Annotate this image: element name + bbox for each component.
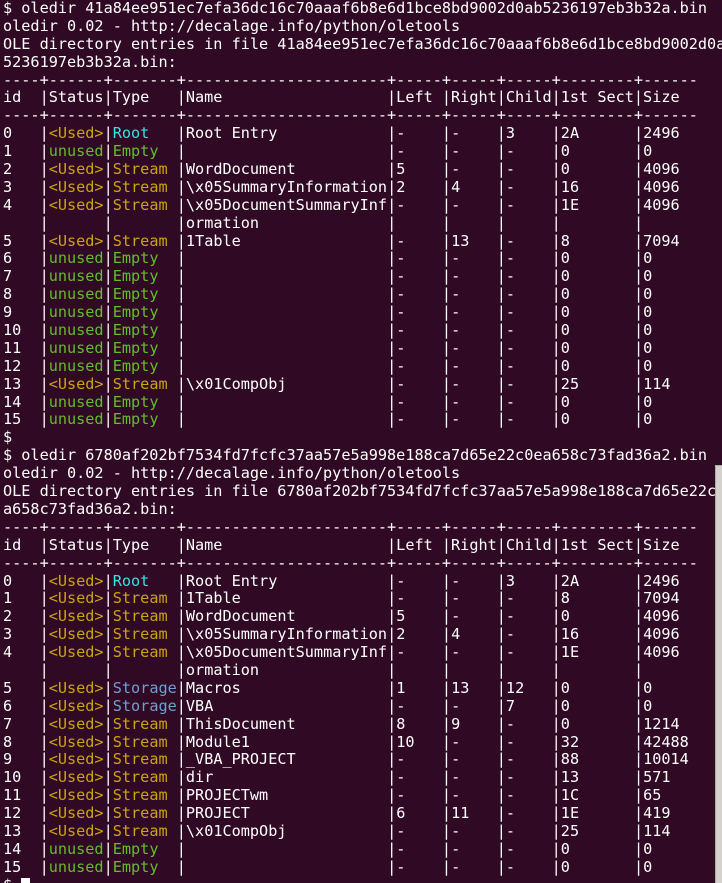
terminal-line: 8 |<Used>|Stream |Module1 |10 |- |- |32 … [3,734,722,752]
terminal-line: 13 |<Used>|Stream |\x01CompObj |- |- |- … [3,823,722,841]
terminal-line: 5 |<Used>|Storage|Macros |1 |13 |12 |0 |… [3,680,722,698]
terminal-line: oledir 0.02 - http://decalage.info/pytho… [3,465,722,483]
terminal-line: 5236197eb3b32a.bin: [3,54,722,72]
terminal: $ oledir 41a84ee951ec7efa36dc16c70aaaf6b… [0,0,722,883]
terminal-line: 9 |unused|Empty | |- |- |- |0 |0 [3,304,722,322]
terminal-line: ----+------+-------+--------------------… [3,519,722,537]
terminal-line: $ oledir 6780af202bf7534fd7fcfc37aa57e5a… [3,447,722,465]
terminal-line: 4 |<Used>|Stream |\x05DocumentSummaryInf… [3,197,722,215]
terminal-line: 6 |<Used>|Storage|VBA |- |- |7 |0 |0 [3,698,722,716]
terminal-line: 12 |<Used>|Stream |PROJECT |6 |11 |- |1E… [3,805,722,823]
terminal-output: $ oledir 41a84ee951ec7efa36dc16c70aaaf6b… [3,0,722,883]
terminal-line: ----+------+-------+--------------------… [3,72,722,90]
terminal-line: 13 |<Used>|Stream |\x01CompObj |- |- |- … [3,376,722,394]
terminal-line: oledir 0.02 - http://decalage.info/pytho… [3,18,722,36]
terminal-line: 1 |unused|Empty | |- |- |- |0 |0 [3,143,722,161]
terminal-line: 6 |unused|Empty | |- |- |- |0 |0 [3,250,722,268]
terminal-line: 7 |<Used>|Stream |ThisDocument |8 |9 |- … [3,716,722,734]
terminal-cursor [21,878,30,883]
terminal-line: 3 |<Used>|Stream |\x05SummaryInformation… [3,179,722,197]
terminal-line: a658c73fad36a2.bin: [3,501,722,519]
terminal-line: 8 |unused|Empty | |- |- |- |0 |0 [3,286,722,304]
terminal-line: OLE directory entries in file 41a84ee951… [3,36,722,54]
terminal-line: 4 |<Used>|Stream |\x05DocumentSummaryInf… [3,644,722,662]
terminal-line: 7 |unused|Empty | |- |- |- |0 |0 [3,268,722,286]
terminal-line: $ [3,877,722,883]
terminal-line: 14 |unused|Empty | |- |- |- |0 |0 [3,394,722,412]
terminal-line: $ [3,429,722,447]
terminal-line: 14 |unused|Empty | |- |- |- |0 |0 [3,841,722,859]
terminal-line: 10 |<Used>|Stream |dir |- |- |- |13 |571 [3,769,722,787]
terminal-line: 0 |<Used>|Root |Root Entry |- |- |3 |2A … [3,573,722,591]
terminal-line: 2 |<Used>|Stream |WordDocument |5 |- |- … [3,161,722,179]
terminal-line: $ oledir 41a84ee951ec7efa36dc16c70aaaf6b… [3,0,722,18]
terminal-line: 11 |<Used>|Stream |PROJECTwm |- |- |- |1… [3,787,722,805]
terminal-line: 1 |<Used>|Stream |1Table |- |- |- |8 |70… [3,590,722,608]
terminal-line: OLE directory entries in file 6780af202b… [3,483,722,501]
terminal-line: 15 |unused|Empty | |- |- |- |0 |0 [3,411,722,429]
terminal-line: 3 |<Used>|Stream |\x05SummaryInformation… [3,626,722,644]
terminal-line: 2 |<Used>|Stream |WordDocument |5 |- |- … [3,608,722,626]
terminal-line: | | |ormation | | | | | [3,215,722,233]
terminal-line: 10 |unused|Empty | |- |- |- |0 |0 [3,322,722,340]
terminal-line: ----+------+-------+--------------------… [3,555,722,573]
terminal-line: 11 |unused|Empty | |- |- |- |0 |0 [3,340,722,358]
terminal-line: id |Status|Type |Name |Left |Right|Child… [3,89,722,107]
terminal-line: | | |ormation | | | | | [3,662,722,680]
terminal-line: id |Status|Type |Name |Left |Right|Child… [3,537,722,555]
terminal-line: 15 |unused|Empty | |- |- |- |0 |0 [3,859,722,877]
terminal-line: 5 |<Used>|Stream |1Table |- |13 |- |8 |7… [3,233,722,251]
terminal-line: 0 |<Used>|Root |Root Entry |- |- |3 |2A … [3,125,722,143]
scrollbar-thumb[interactable] [715,465,722,883]
terminal-line: ----+------+-------+--------------------… [3,107,722,125]
terminal-line: 12 |unused|Empty | |- |- |- |0 |0 [3,358,722,376]
terminal-line: 9 |<Used>|Stream |_VBA_PROJECT |- |- |- … [3,751,722,769]
